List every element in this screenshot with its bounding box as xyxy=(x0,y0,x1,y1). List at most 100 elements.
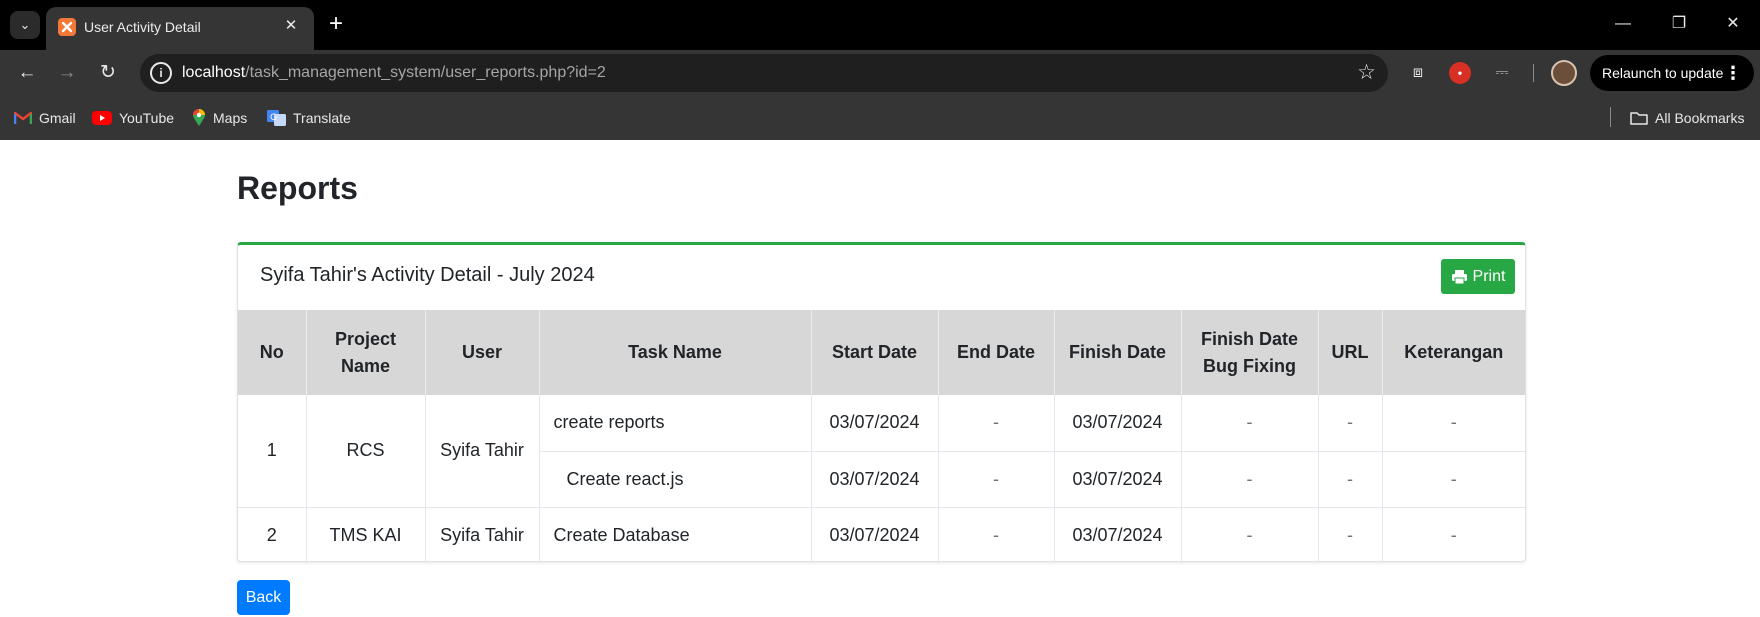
header-text: Finish Date xyxy=(1200,328,1298,349)
browser-tab[interactable]: User Activity Detail ✕ xyxy=(46,7,314,50)
cell-finish-date: 03/07/2024 xyxy=(1054,507,1182,563)
minimize-icon: — xyxy=(1615,15,1631,32)
col-header-start-date: Start Date xyxy=(811,310,939,395)
page-title: Reports xyxy=(237,170,358,206)
site-info-icon[interactable]: i xyxy=(150,62,172,84)
print-label: Print xyxy=(1472,267,1506,285)
table-row: 2 TMS KAI Syifa Tahir Create Database 03… xyxy=(238,507,1525,563)
cell-bug-fixing-date: - xyxy=(1181,451,1319,508)
cell-finish-date: 03/07/2024 xyxy=(1054,395,1182,452)
cell-end-date: - xyxy=(938,507,1055,563)
tab-title: User Activity Detail xyxy=(84,19,201,35)
new-tab-button[interactable]: + xyxy=(322,10,350,38)
svg-text:G: G xyxy=(270,113,277,123)
activity-card: Syifa Tahir's Activity Detail - July 202… xyxy=(237,242,1526,563)
toolbar-divider xyxy=(1533,64,1534,82)
close-window-button[interactable]: ✕ xyxy=(1710,10,1756,38)
bookmark-youtube[interactable]: YouTube xyxy=(92,108,174,128)
youtube-icon xyxy=(92,111,112,125)
restore-button[interactable]: ❐ xyxy=(1656,10,1702,38)
cell-no: 2 xyxy=(238,507,307,563)
forward-nav-button[interactable]: → xyxy=(52,58,82,88)
relaunch-label: Relaunch to update xyxy=(1602,65,1724,81)
col-header-user: User xyxy=(425,310,540,395)
col-header-finish-date-bug-fixing: Finish Date Bug Fixing xyxy=(1181,310,1319,395)
profile-avatar[interactable] xyxy=(1551,60,1577,86)
tab-close-icon[interactable]: ✕ xyxy=(280,15,302,37)
cell-project-name: TMS KAI xyxy=(306,507,426,563)
cell-url: - xyxy=(1318,507,1383,563)
extensions-puzzle-icon[interactable]: ⎓ xyxy=(1491,62,1513,84)
cell-user: Syifa Tahir xyxy=(425,395,540,508)
arrow-left-icon: ← xyxy=(17,62,37,83)
relaunch-to-update-button[interactable]: Relaunch to update ⋮ xyxy=(1590,55,1754,91)
cell-finish-date: 03/07/2024 xyxy=(1054,451,1182,508)
card-title: Syifa Tahir's Activity Detail - July 202… xyxy=(260,264,595,286)
close-icon: ✕ xyxy=(1726,15,1740,32)
col-header-task-name: Task Name xyxy=(539,310,812,395)
folder-icon xyxy=(1630,112,1648,125)
col-header-project-name: Project Name xyxy=(306,310,426,395)
cell-keterangan: - xyxy=(1382,451,1525,508)
more-menu-icon[interactable]: ⋮ xyxy=(1724,55,1742,91)
cell-bug-fixing-date: - xyxy=(1181,507,1319,563)
translate-icon: G xyxy=(267,110,286,126)
bookmarks-divider xyxy=(1610,107,1611,127)
cell-user: Syifa Tahir xyxy=(425,507,540,563)
url-path: /task_management_system/user_reports.php… xyxy=(245,64,606,81)
header-text: Name xyxy=(340,355,391,376)
back-button[interactable]: Back xyxy=(237,580,290,615)
col-header-finish-date: Finish Date xyxy=(1054,310,1182,395)
browser-toolbar: ← → ↻ i localhost/task_management_system… xyxy=(0,50,1760,96)
cell-start-date: 03/07/2024 xyxy=(811,507,939,563)
table-row: 1 RCS Syifa Tahir create reports 03/07/2… xyxy=(238,395,1525,508)
cell-end-date: - xyxy=(938,451,1055,508)
activity-table: No Project Name User Task Name Start Date… xyxy=(238,310,1525,563)
bookmark-maps[interactable]: Maps xyxy=(192,108,247,128)
all-bookmarks-button[interactable]: All Bookmarks xyxy=(1630,108,1744,128)
bookmark-gmail[interactable]: Gmail xyxy=(14,108,76,128)
url-host: localhost xyxy=(182,64,246,81)
col-header-no: No xyxy=(238,310,307,395)
col-header-keterangan: Keterangan xyxy=(1382,310,1525,395)
back-nav-button[interactable]: ← xyxy=(12,58,42,88)
url-text[interactable]: localhost/task_management_system/user_re… xyxy=(182,63,606,83)
printer-icon xyxy=(1451,269,1467,284)
header-text: Project xyxy=(334,328,397,349)
arrow-right-icon: → xyxy=(57,62,77,83)
cell-end-date: - xyxy=(938,395,1055,452)
col-header-url: URL xyxy=(1318,310,1383,395)
reload-button[interactable]: ↻ xyxy=(93,58,123,88)
cell-task-name: Create Database xyxy=(539,507,812,563)
bookmark-label: Maps xyxy=(213,110,248,126)
col-header-end-date: End Date xyxy=(938,310,1055,395)
chevron-down-icon: ⌄ xyxy=(19,17,31,32)
cell-url: - xyxy=(1318,395,1383,452)
bookmark-star-icon[interactable]: ☆ xyxy=(1357,60,1376,86)
all-bookmarks-label: All Bookmarks xyxy=(1655,110,1745,126)
cell-keterangan: - xyxy=(1382,395,1525,452)
browser-tab-bar: ⌄ User Activity Detail ✕ + — ❐ ✕ xyxy=(0,0,1760,50)
gmail-icon xyxy=(14,111,32,124)
tab-search-button[interactable]: ⌄ xyxy=(10,11,40,39)
media-router-icon[interactable]: ⧈ xyxy=(1407,62,1429,84)
cell-bug-fixing-date: - xyxy=(1181,395,1319,452)
reload-icon: ↻ xyxy=(100,62,116,83)
plus-icon: + xyxy=(328,10,343,37)
cell-project-name: RCS xyxy=(306,395,426,508)
cell-url: - xyxy=(1318,451,1383,508)
print-button[interactable]: Print xyxy=(1441,259,1515,294)
bookmark-label: Translate xyxy=(293,110,351,126)
table-header-row: No Project Name User Task Name Start Date… xyxy=(238,310,1525,395)
bookmark-translate[interactable]: G Translate xyxy=(267,108,351,128)
xampp-favicon-icon xyxy=(58,18,76,36)
extension-red-icon[interactable]: • xyxy=(1449,62,1471,84)
restore-icon: ❐ xyxy=(1671,15,1687,32)
address-bar[interactable]: i localhost/task_management_system/user_… xyxy=(140,54,1388,92)
cell-start-date: 03/07/2024 xyxy=(811,395,939,452)
cell-task-name: create reports xyxy=(539,395,812,452)
cell-no: 1 xyxy=(238,395,307,508)
bookmarks-bar: Gmail YouTube Maps G Translate All Bookm… xyxy=(0,96,1760,140)
minimize-button[interactable]: — xyxy=(1600,10,1646,38)
header-text: Bug Fixing xyxy=(1203,355,1296,376)
